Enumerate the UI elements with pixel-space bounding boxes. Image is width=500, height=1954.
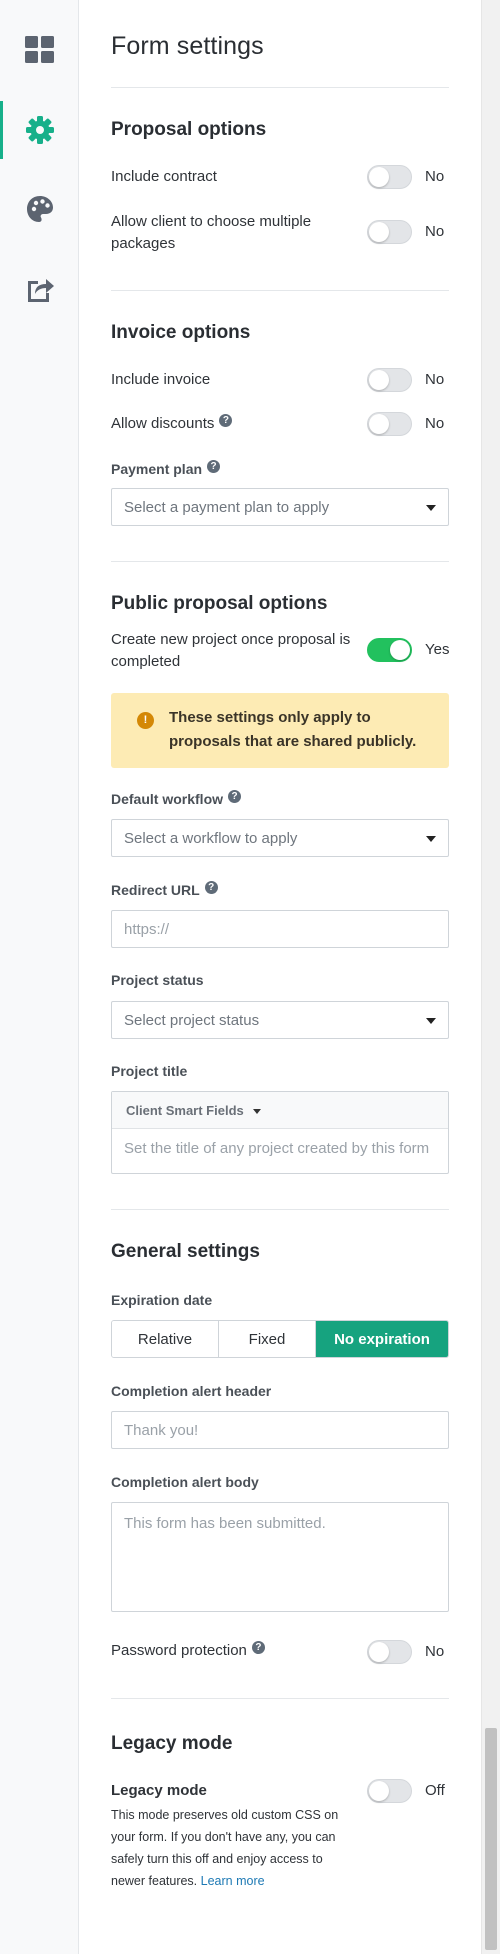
toggle-knob xyxy=(369,1781,389,1801)
project-title-label: Project title xyxy=(111,1063,188,1079)
invoice-options-title: Invoice options xyxy=(111,322,251,343)
divider xyxy=(111,290,449,291)
expiration-none-button[interactable]: No expiration xyxy=(316,1321,448,1357)
password-protection-state: No xyxy=(425,1643,445,1660)
project-status-select[interactable]: Select project status xyxy=(111,1001,449,1039)
proposal-options-title: Proposal options xyxy=(111,119,267,140)
expiration-fixed-button[interactable]: Fixed xyxy=(219,1321,316,1357)
gear-icon xyxy=(25,116,54,144)
payment-plan-select[interactable]: Select a payment plan to apply xyxy=(111,488,449,526)
include-invoice-state: No xyxy=(425,371,445,388)
project-status-label: Project status xyxy=(111,972,204,988)
create-project-toggle[interactable] xyxy=(367,638,412,662)
help-icon[interactable]: ? xyxy=(219,414,233,427)
help-icon[interactable]: ? xyxy=(207,460,221,473)
create-project-state: Yes xyxy=(425,641,450,658)
expiration-date-label: Expiration date xyxy=(111,1292,213,1308)
toggle-knob xyxy=(369,370,389,390)
help-icon[interactable]: ? xyxy=(204,881,218,894)
toggle-knob xyxy=(369,167,389,187)
sidebar-item-share[interactable] xyxy=(0,260,79,318)
palette-icon xyxy=(26,195,54,223)
legacy-mode-toggle[interactable] xyxy=(367,1779,412,1803)
sidebar xyxy=(0,0,79,1954)
divider xyxy=(111,561,449,562)
alert-header-label: Completion alert header xyxy=(111,1383,272,1399)
public-settings-alert: ! These settings only apply to proposals… xyxy=(111,693,449,768)
include-invoice-toggle[interactable] xyxy=(367,368,412,392)
allow-discounts-toggle[interactable] xyxy=(367,412,412,436)
create-project-label: Create new project once proposal is comp… xyxy=(111,631,351,670)
include-invoice-label: Include invoice xyxy=(111,371,211,388)
include-contract-label: Include contract xyxy=(111,168,217,185)
scrollbar[interactable] xyxy=(481,0,500,1954)
grid-icon xyxy=(25,35,54,63)
legacy-mode-label: Legacy mode xyxy=(111,1782,207,1799)
smart-fields-dropdown[interactable]: Client Smart Fields xyxy=(112,1092,448,1129)
password-protection-label: Password protection xyxy=(111,1642,247,1659)
payment-plan-label: Payment plan xyxy=(111,461,203,477)
password-protection-row: Password protection? xyxy=(111,1640,265,1662)
share-icon xyxy=(25,275,55,303)
scrollbar-thumb[interactable] xyxy=(485,1728,497,1950)
sidebar-item-theme[interactable] xyxy=(0,180,79,238)
toggle-knob xyxy=(390,640,410,660)
password-protection-toggle[interactable] xyxy=(367,1640,412,1664)
project-status-placeholder: Select project status xyxy=(124,1012,260,1029)
warning-icon: ! xyxy=(137,712,154,729)
allow-discounts-state: No xyxy=(425,415,445,432)
default-workflow-select[interactable]: Select a workflow to apply xyxy=(111,819,449,857)
toggle-knob xyxy=(369,1642,389,1662)
multiple-packages-toggle[interactable] xyxy=(367,220,412,244)
help-icon[interactable]: ? xyxy=(228,790,242,803)
alert-text: These settings only apply to proposals t… xyxy=(169,709,417,750)
redirect-url-placeholder: https:// xyxy=(124,921,170,938)
general-settings-title: General settings xyxy=(111,1241,260,1262)
caret-down-icon xyxy=(426,505,436,511)
include-contract-state: No xyxy=(425,168,445,185)
redirect-url-input[interactable]: https:// xyxy=(111,910,449,948)
expiration-relative-button[interactable]: Relative xyxy=(112,1321,219,1357)
toggle-knob xyxy=(369,414,389,434)
divider xyxy=(111,87,449,88)
caret-down-icon xyxy=(426,1018,436,1024)
help-icon[interactable]: ? xyxy=(251,1641,265,1654)
redirect-url-label: Redirect URL xyxy=(111,882,200,898)
default-workflow-row: Default workflow? xyxy=(111,790,242,807)
default-workflow-placeholder: Select a workflow to apply xyxy=(124,830,298,847)
default-workflow-label: Default workflow xyxy=(111,791,224,807)
redirect-url-row: Redirect URL? xyxy=(111,881,218,898)
page-title: Form settings xyxy=(111,32,264,60)
caret-down-icon xyxy=(253,1109,261,1114)
sidebar-item-settings[interactable] xyxy=(0,101,79,159)
payment-plan-row: Payment plan? xyxy=(111,460,221,477)
public-proposal-options-title: Public proposal options xyxy=(111,593,328,614)
include-contract-toggle[interactable] xyxy=(367,165,412,189)
allow-discounts-row: Allow discounts? xyxy=(111,413,233,435)
alert-body-label: Completion alert body xyxy=(111,1474,259,1490)
divider xyxy=(111,1698,449,1699)
project-title-editor: Client Smart Fields Set the title of any… xyxy=(111,1091,449,1174)
toggle-knob xyxy=(369,222,389,242)
alert-header-placeholder: Thank you! xyxy=(124,1422,199,1439)
smart-fields-label: Client Smart Fields xyxy=(126,1103,244,1118)
legacy-mode-description: This mode preserves old custom CSS on yo… xyxy=(111,1804,351,1892)
alert-body-textarea[interactable]: This form has been submitted. xyxy=(111,1502,449,1612)
alert-header-input[interactable]: Thank you! xyxy=(111,1411,449,1449)
divider xyxy=(111,1209,449,1210)
alert-body-placeholder: This form has been submitted. xyxy=(124,1515,326,1532)
payment-plan-placeholder: Select a payment plan to apply xyxy=(124,499,330,516)
expiration-segmented-control: Relative Fixed No expiration xyxy=(111,1320,449,1358)
multiple-packages-label: Allow client to choose multiple packages xyxy=(111,213,312,252)
project-title-input[interactable]: Set the title of any project created by … xyxy=(124,1140,429,1157)
learn-more-link[interactable]: Learn more xyxy=(201,1874,265,1888)
multiple-packages-state: No xyxy=(425,223,445,240)
allow-discounts-label: Allow discounts xyxy=(111,415,215,432)
legacy-mode-title: Legacy mode xyxy=(111,1733,233,1754)
legacy-mode-state: Off xyxy=(425,1782,445,1799)
sidebar-item-dashboard[interactable] xyxy=(0,20,79,78)
caret-down-icon xyxy=(426,836,436,842)
